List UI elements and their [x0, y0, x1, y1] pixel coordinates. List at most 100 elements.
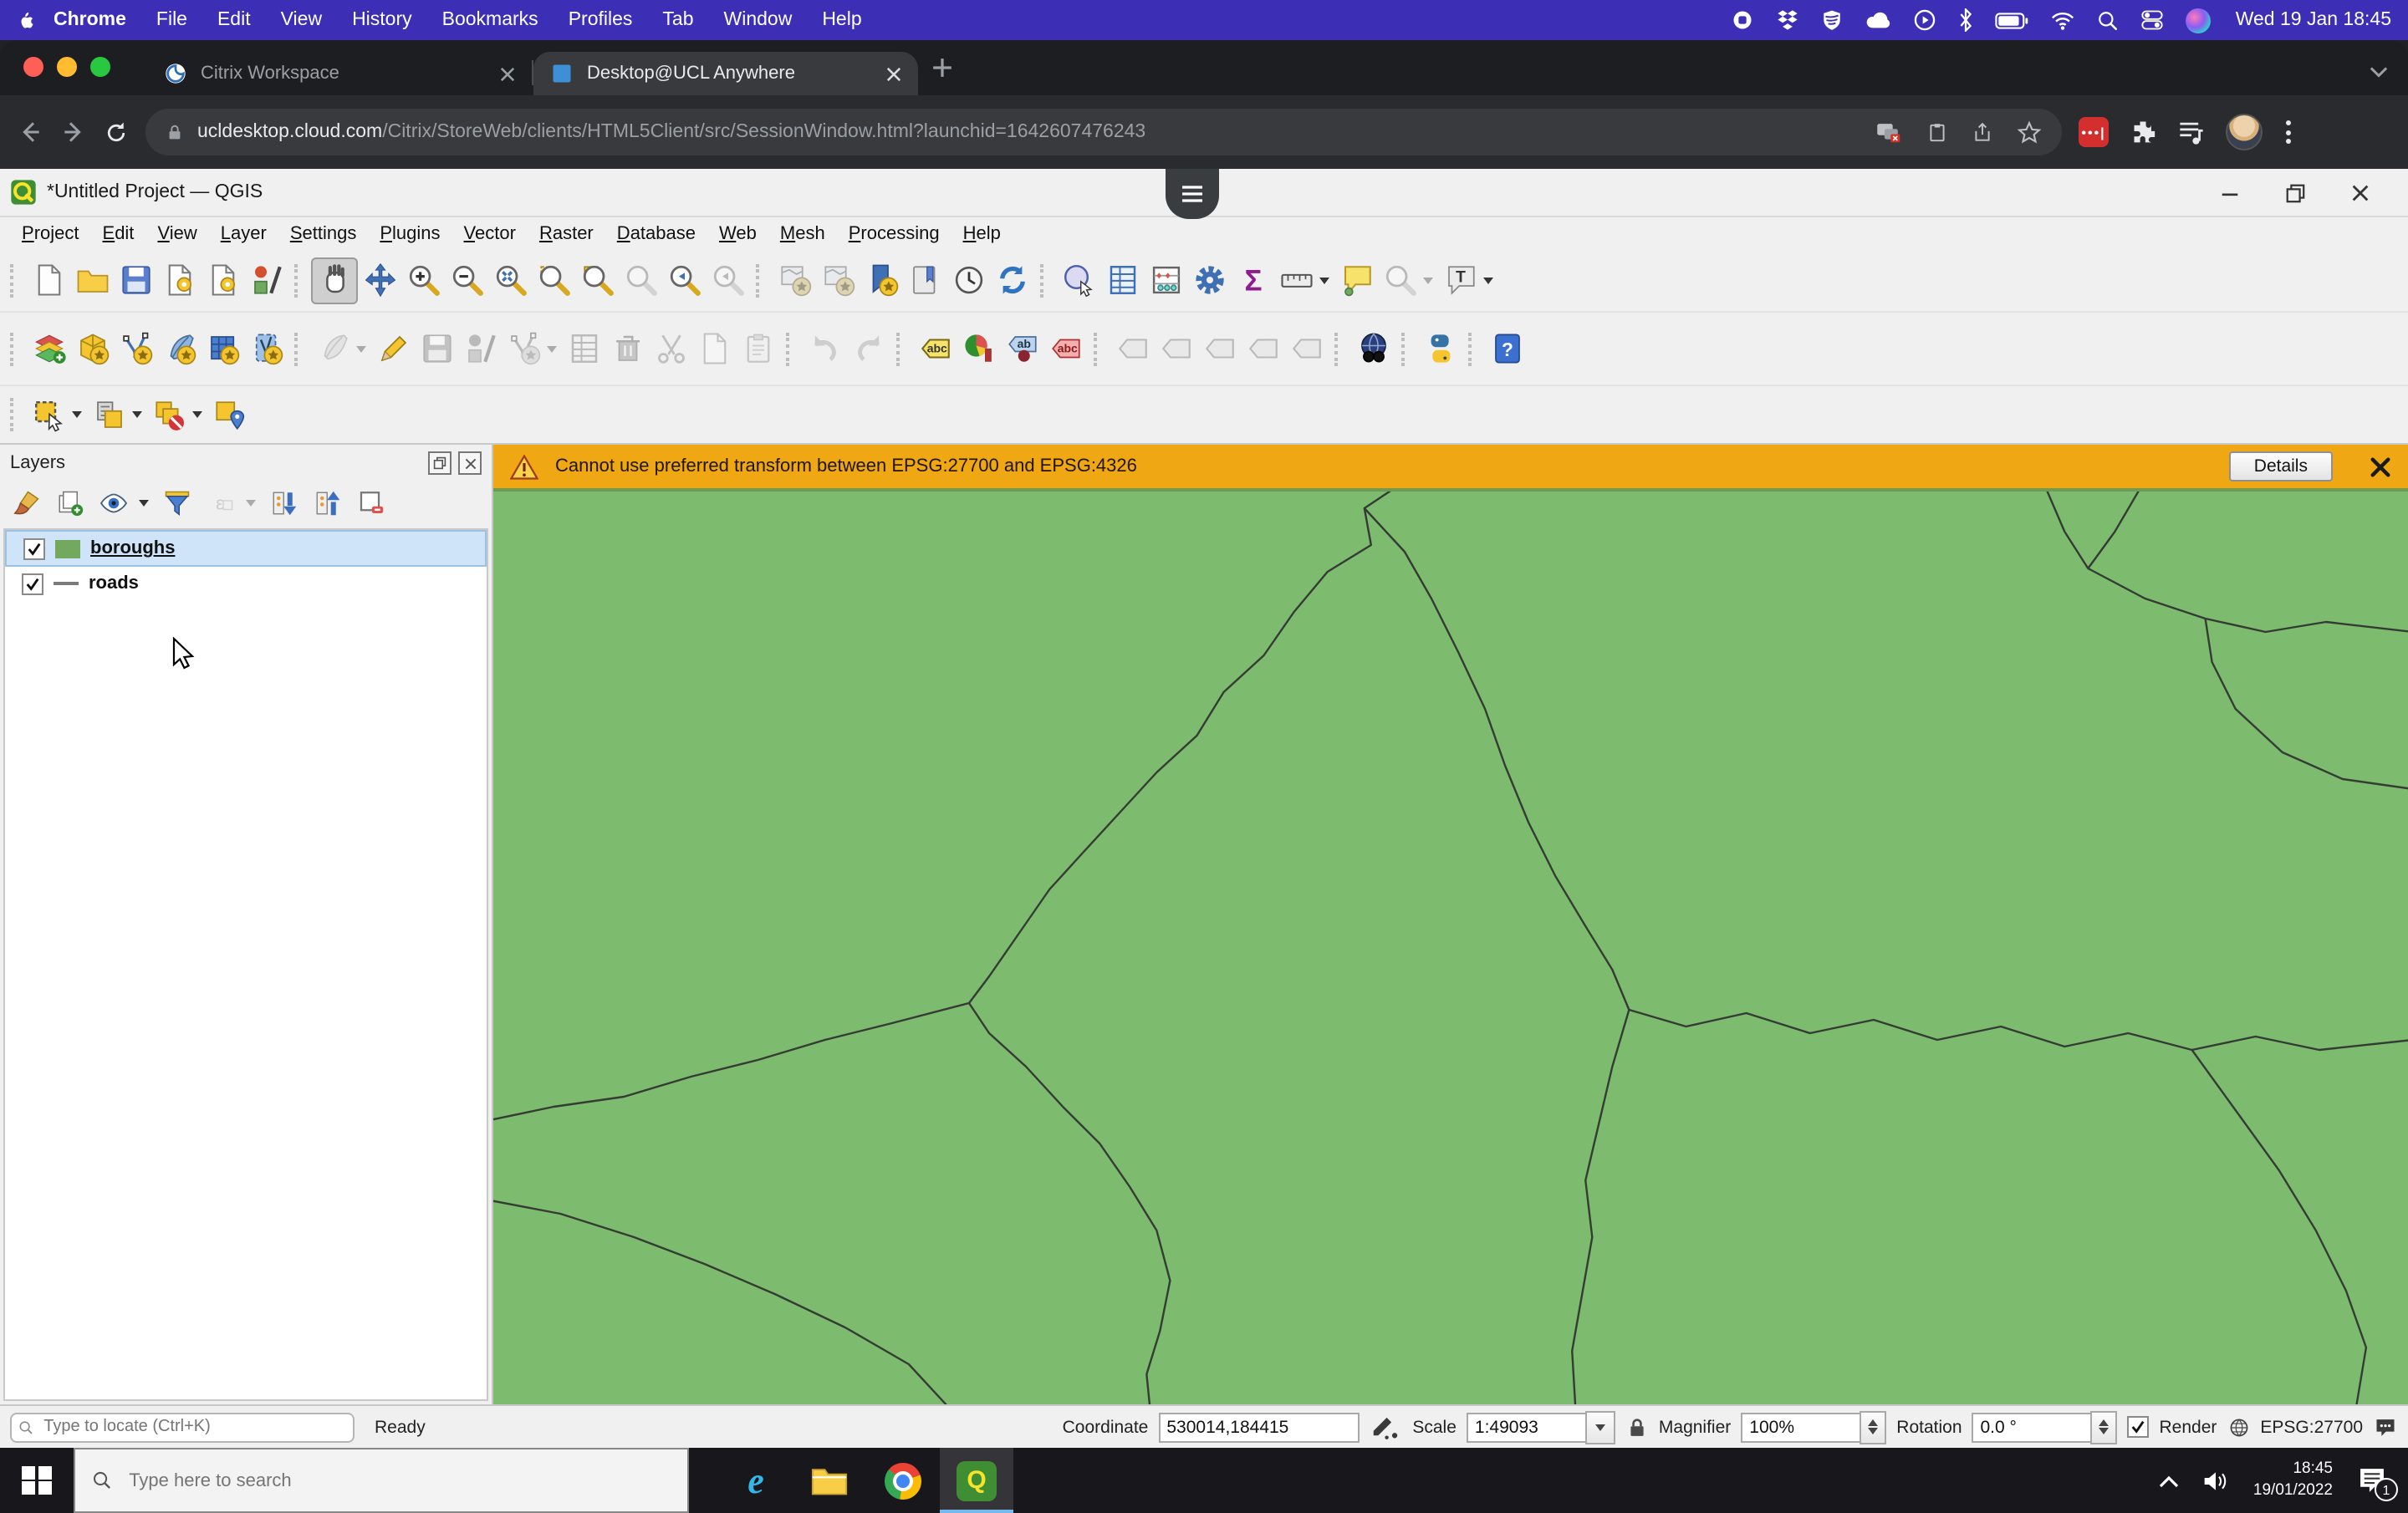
- new-map-view-button[interactable]: [773, 258, 816, 302]
- temporal-controller-button[interactable]: [946, 258, 990, 302]
- measure-dropdown[interactable]: [1319, 277, 1329, 283]
- qgis-menu-help[interactable]: Help: [951, 223, 1013, 243]
- add-group-button[interactable]: [50, 483, 90, 523]
- tab-citrix-workspace[interactable]: Citrix Workspace: [147, 52, 532, 95]
- qgis-menu-database[interactable]: Database: [605, 223, 707, 243]
- layer-checkbox[interactable]: [22, 573, 43, 594]
- menu-view[interactable]: View: [281, 10, 322, 30]
- taskbar-search-input[interactable]: [125, 1469, 671, 1492]
- taskbar-file-explorer[interactable]: [793, 1448, 866, 1513]
- address-bar[interactable]: ucldesktop.cloud.com/Citrix/StoreWeb/cli…: [145, 109, 2062, 155]
- qgis-menu-web[interactable]: Web: [707, 223, 768, 243]
- rotation-spin-buttons[interactable]: [2091, 1410, 2118, 1444]
- dismiss-warning-icon[interactable]: [2370, 456, 2391, 477]
- zoom-full-button[interactable]: [488, 258, 532, 302]
- battery-icon[interactable]: [1995, 11, 2028, 29]
- python-console-button[interactable]: [1418, 327, 1462, 370]
- layer-labeling-button[interactable]: abc: [913, 327, 957, 370]
- restore-icon[interactable]: [2284, 181, 2306, 203]
- show-bookmarks-button[interactable]: [903, 258, 946, 302]
- media-queue-icon[interactable]: [2177, 120, 2206, 145]
- menu-bookmarks[interactable]: Bookmarks: [442, 10, 538, 30]
- locator-input[interactable]: [40, 1416, 346, 1438]
- dropbox-icon[interactable]: [1776, 8, 1799, 32]
- select-features-dropdown[interactable]: [72, 411, 82, 418]
- pan-to-selection-button[interactable]: [358, 258, 401, 302]
- new-shapefile-layer-button[interactable]: [114, 327, 157, 370]
- password-manager-icon[interactable]: •••|: [2079, 117, 2109, 147]
- new-print-layout-button[interactable]: [157, 258, 201, 302]
- details-button[interactable]: Details: [2229, 451, 2333, 481]
- collapse-all-button[interactable]: [308, 483, 348, 523]
- identify-features-button[interactable]: [1057, 258, 1100, 302]
- data-source-manager-button[interactable]: [27, 327, 70, 370]
- tray-clock[interactable]: 18:45 19/01/2022: [2253, 1460, 2333, 1500]
- scale-input[interactable]: [1467, 1412, 1585, 1442]
- tray-chevron-icon[interactable]: [2160, 1474, 2180, 1487]
- coordinate-input[interactable]: [1158, 1412, 1359, 1442]
- style-manager-button[interactable]: [244, 258, 288, 302]
- magnifier-input[interactable]: [1741, 1412, 1860, 1442]
- new-project-button[interactable]: [27, 258, 70, 302]
- tab-close-icon[interactable]: [500, 66, 515, 81]
- map-tips-button[interactable]: [1334, 258, 1378, 302]
- close-panel-icon[interactable]: [458, 451, 482, 475]
- pan-map-button[interactable]: [311, 257, 358, 303]
- extensions-puzzle-icon[interactable]: [2129, 118, 2157, 146]
- qgis-menu-plugins[interactable]: Plugins: [368, 223, 452, 243]
- float-panel-icon[interactable]: [428, 451, 452, 475]
- new-virtual-layer-button[interactable]: [201, 327, 244, 370]
- locator-box[interactable]: [10, 1412, 355, 1442]
- select-features-button[interactable]: [27, 393, 70, 436]
- cloud-icon[interactable]: [1865, 10, 1891, 30]
- close-icon[interactable]: [2349, 181, 2371, 203]
- bookmark-star-icon[interactable]: [2017, 120, 2042, 145]
- new-3d-map-view-button[interactable]: [816, 258, 860, 302]
- spotlight-search-icon[interactable]: [2097, 9, 2119, 31]
- control-center-icon[interactable]: [2140, 8, 2164, 32]
- map-canvas[interactable]: Cannot use preferred transform between E…: [493, 445, 2408, 1404]
- fullscreen-window-button[interactable]: [90, 57, 110, 77]
- new-spatial-bookmark-button[interactable]: [860, 258, 903, 302]
- text-annotation-dropdown[interactable]: [1483, 277, 1493, 283]
- layer-diagram-button[interactable]: [957, 327, 1000, 370]
- notification-center[interactable]: 1: [2356, 1466, 2388, 1495]
- antivirus-shield-icon[interactable]: [1821, 8, 1843, 32]
- magnifier-spinbox[interactable]: [1741, 1410, 1886, 1444]
- show-statistics-button[interactable]: Σ: [1231, 258, 1274, 302]
- lock-scale-icon[interactable]: [1625, 1415, 1649, 1439]
- tab-desktop-ucl-anywhere[interactable]: Desktop@UCL Anywhere: [533, 52, 918, 95]
- open-project-button[interactable]: [70, 258, 114, 302]
- qgis-menu-project[interactable]: Project: [10, 223, 91, 243]
- crs-globe-icon[interactable]: [2227, 1415, 2250, 1439]
- chrome-menu-icon[interactable]: [2283, 117, 2294, 147]
- menu-file[interactable]: File: [156, 10, 187, 30]
- menu-profiles[interactable]: Profiles: [569, 10, 633, 30]
- minimize-window-button[interactable]: [57, 57, 77, 77]
- new-spatialite-layer-button[interactable]: [157, 327, 201, 370]
- save-project-button[interactable]: [114, 258, 157, 302]
- tab-search-chevron-icon[interactable]: [2370, 57, 2388, 87]
- back-button[interactable]: [17, 119, 43, 145]
- render-checkbox[interactable]: [2128, 1416, 2150, 1438]
- reload-button[interactable]: [104, 120, 129, 145]
- messages-icon[interactable]: [2373, 1415, 2398, 1439]
- zoom-to-selection-button[interactable]: [532, 258, 575, 302]
- expand-all-button[interactable]: [264, 483, 304, 523]
- share-icon[interactable]: [1972, 120, 1993, 145]
- rotation-spinbox[interactable]: [1972, 1410, 2118, 1444]
- zoom-to-layer-button[interactable]: [575, 258, 619, 302]
- taskbar-search[interactable]: [74, 1448, 689, 1513]
- menu-window[interactable]: Window: [724, 10, 793, 30]
- start-button[interactable]: [0, 1448, 74, 1513]
- bluetooth-icon[interactable]: [1958, 8, 1973, 32]
- volume-icon[interactable]: [2203, 1469, 2230, 1492]
- new-temporary-scratch-layer-button[interactable]: [244, 327, 288, 370]
- tab-close-icon[interactable]: [886, 66, 901, 81]
- apple-icon[interactable]: [17, 8, 38, 33]
- menu-history[interactable]: History: [352, 10, 412, 30]
- refresh-map-button[interactable]: [990, 258, 1033, 302]
- tab-cast-error-icon[interactable]: [1876, 120, 1903, 144]
- map-themes-dropdown[interactable]: [139, 500, 149, 507]
- qgis-menu-edit[interactable]: Edit: [91, 223, 146, 243]
